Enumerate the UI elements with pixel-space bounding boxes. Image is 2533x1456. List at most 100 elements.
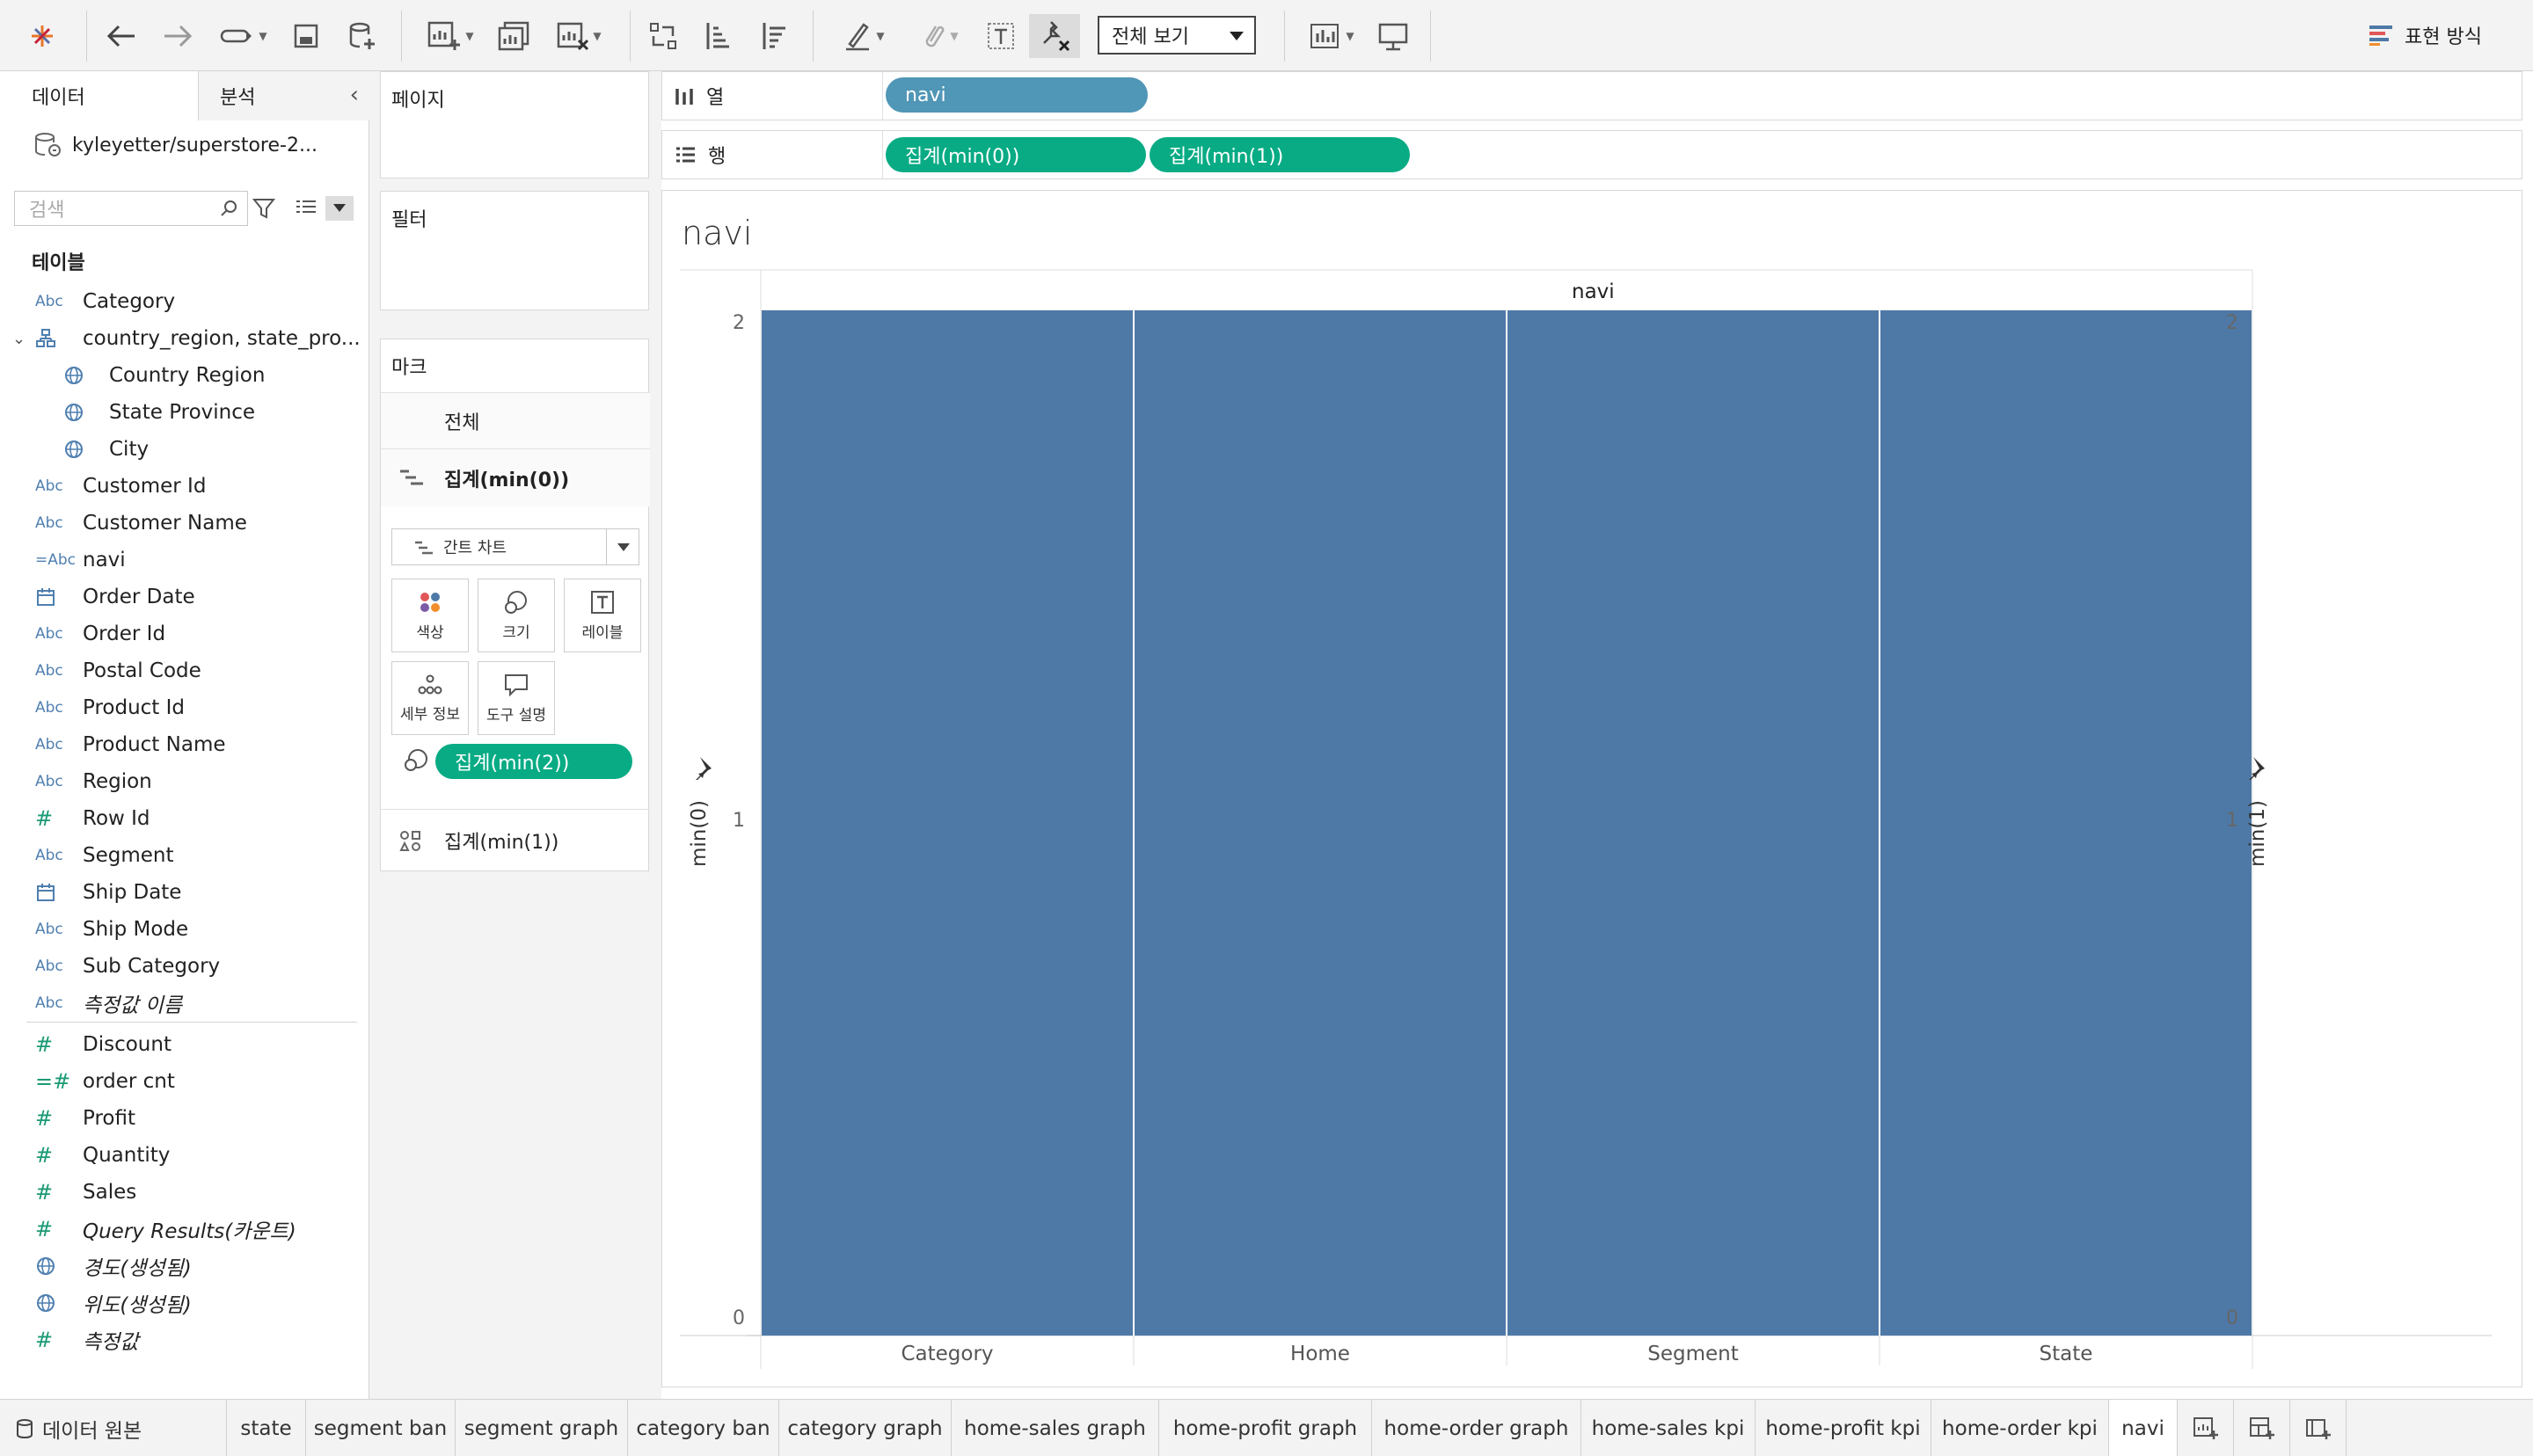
detail-icon [418,674,442,694]
redo-icon[interactable] [158,14,197,58]
size-encoding-icon [405,749,427,771]
gantt-bar-icon [415,541,433,555]
field-name: Customer Name [83,512,247,535]
save-icon[interactable] [287,14,325,58]
datasource-name: kyleyetter/superstore-2... [72,134,318,157]
sheet-tab-category-graph[interactable]: category graph [779,1400,952,1456]
x-category-label[interactable]: State [1880,1343,2252,1365]
presentation-mode-icon[interactable] [1374,14,1412,58]
rows-pill-min1[interactable]: 집계(min(1)) [1150,137,1410,172]
filters-shelf[interactable]: 필터 [380,191,649,310]
view-list-icon[interactable] [294,196,318,224]
duplicate-sheet-icon[interactable] [494,14,533,58]
left-axis-title: min(0) [688,800,711,867]
sheet-tab-home-order-kpi[interactable]: home-order kpi [1931,1400,2109,1456]
tableau-logo-icon[interactable] [25,14,60,58]
clear-sheet-icon[interactable]: ▼ [545,14,612,58]
new-worksheet-icon[interactable]: ▼ [417,14,484,58]
show-mark-labels-icon[interactable] [982,14,1020,58]
sheet-tab-segment-graph[interactable]: segment graph [456,1400,628,1456]
size-field-pill[interactable]: 집계(min(2)) [435,744,632,779]
expand-chevron-icon[interactable]: ⌄ [12,330,26,348]
cards-column: 페이지 필터 마크 전체 집계(min(0)) 간트 차트 색상 크기 레이블 [369,71,661,1399]
field-name: Postal Code [83,659,201,682]
field-name: City [109,438,150,461]
x-category-label[interactable]: Category [761,1343,1134,1365]
label-button[interactable]: 레이블 [564,579,641,652]
right-axis-tick-2: 2 [2226,312,2238,334]
fix-axes-icon[interactable] [1029,14,1080,58]
field-name: Query Results(카운트) [83,1220,296,1243]
sheet-tab-bar: 데이터 원본 state segment ban segment graph cate… [0,1399,2533,1456]
field-search-input[interactable]: 검색 [14,191,248,226]
highlight-icon[interactable]: ▼ [830,14,897,58]
x-category-label[interactable]: Home [1134,1343,1507,1365]
rows-shelf[interactable]: 행 집계(min(0)) 집계(min(1)) [661,130,2522,179]
show-me-icon [2369,25,2392,46]
detail-button[interactable]: 세부 정보 [391,661,469,735]
size-icon [505,590,527,614]
pages-title: 페이지 [391,90,445,112]
pages-shelf[interactable]: 페이지 [380,71,649,178]
hierarchy-icon [35,328,65,349]
column-header: navi [1572,280,1615,303]
sheet-tab-segment-ban[interactable]: segment ban [306,1400,456,1456]
tab-analysis[interactable]: 분석 [199,71,369,120]
sheet-tab-home-sales-graph[interactable]: home-sales graph [952,1400,1159,1456]
left-axis-pin-icon[interactable] [692,755,715,780]
sheet-tab-category-ban[interactable]: category ban [628,1400,779,1456]
new-story-tab-icon[interactable] [2290,1400,2347,1456]
fit-view-select[interactable]: 전체 보기 [1098,16,1256,55]
columns-shelf[interactable]: 열 navi [661,71,2522,120]
field-name: Ship Date [83,881,182,904]
size-pill-label: 집계(min(2)) [455,753,570,775]
sheet-tab-home-order-graph[interactable]: home-order graph [1372,1400,1581,1456]
show-me-button[interactable]: 표현 방식 [2368,19,2482,51]
automatic-mark-icon [399,831,420,851]
swap-rows-columns-icon[interactable] [644,14,683,58]
string-type-icon: Abc [35,736,63,753]
replay-animation-icon[interactable]: ▼ [211,14,276,58]
marks-agg1-tab[interactable]: 집계(min(1)) [381,809,650,870]
new-datasource-icon[interactable] [343,14,382,58]
rows-pill-min0[interactable]: 집계(min(0)) [886,137,1146,172]
datasource-tab[interactable]: 데이터 원본 [0,1400,227,1456]
show-cards-icon[interactable]: ▼ [1298,14,1365,58]
marks-agg0-tab[interactable]: 집계(min(0)) [381,448,650,506]
geo-globe-icon [35,1292,65,1314]
mark-type-select[interactable]: 간트 차트 [391,528,639,565]
right-axis-pin-icon[interactable] [2245,755,2268,780]
marks-all-tab[interactable]: 전체 [381,392,650,448]
undo-icon[interactable] [102,14,141,58]
new-dashboard-tab-icon[interactable] [2234,1400,2290,1456]
field-name: Customer Id [83,475,207,498]
tab-data-label: 데이터 [32,87,85,109]
filter-fields-icon[interactable] [252,196,276,224]
gantt-mark-icon [400,470,423,485]
collapse-pane-icon[interactable]: ‹ [350,84,359,106]
sheet-tab-navi[interactable]: navi [2109,1400,2178,1456]
geo-globe-icon [35,1256,65,1277]
size-button[interactable]: 크기 [478,579,555,652]
string-type-icon: Abc [35,773,63,790]
mark-type-value: 간트 차트 [443,539,507,557]
x-category-label[interactable]: Segment [1507,1343,1880,1365]
sheet-tab-state[interactable]: state [227,1400,306,1456]
tooltip-button[interactable]: 도구 설명 [478,661,555,735]
marks-card: 마크 전체 집계(min(0)) 간트 차트 색상 크기 레이블 세부 정보 도… [380,339,650,871]
sort-descending-icon[interactable] [756,14,795,58]
group-members-icon[interactable]: ▼ [906,14,973,58]
columns-pill-navi[interactable]: navi [886,77,1148,113]
list-options-dropdown-icon[interactable] [325,196,354,221]
new-worksheet-tab-icon[interactable] [2178,1400,2234,1456]
sheet-tab-home-sales-kpi[interactable]: home-sales kpi [1581,1400,1756,1456]
field-name: order cnt [83,1070,175,1093]
tab-data[interactable]: 데이터 [0,71,199,120]
field-name: Region [83,770,152,793]
sort-ascending-icon[interactable] [700,14,739,58]
datasource-item[interactable]: kyleyetter/superstore-2... [33,129,318,161]
sheet-tab-home-profit-graph[interactable]: home-profit graph [1159,1400,1372,1456]
color-button[interactable]: 색상 [391,579,469,652]
marks-agg1-label: 집계(min(1)) [444,831,559,854]
sheet-tab-home-profit-kpi[interactable]: home-profit kpi [1756,1400,1931,1456]
